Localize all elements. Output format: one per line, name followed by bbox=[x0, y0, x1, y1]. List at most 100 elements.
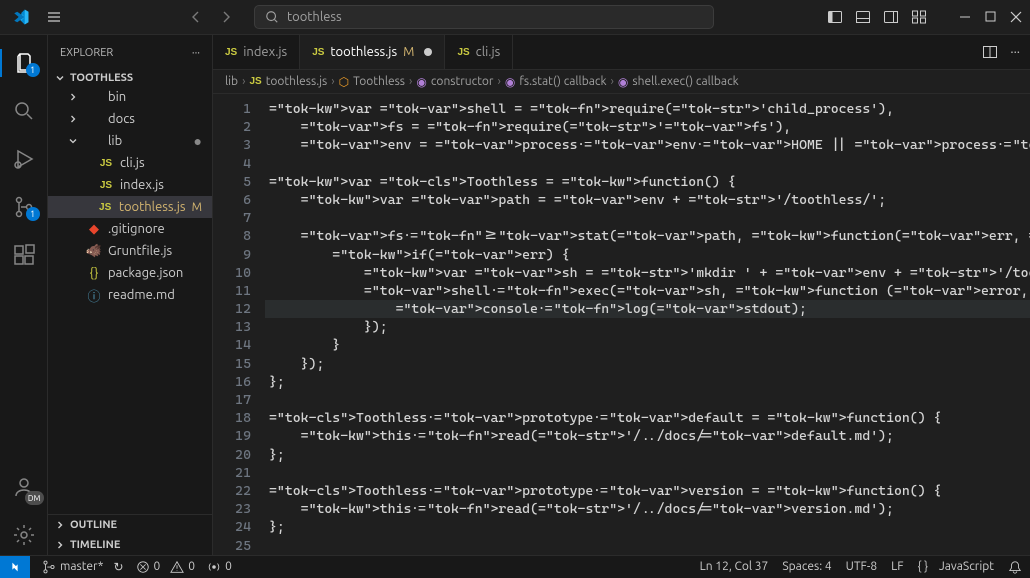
line-number[interactable]: 10 bbox=[213, 264, 251, 282]
line-number[interactable]: 3 bbox=[213, 136, 251, 154]
code-line[interactable] bbox=[265, 155, 1030, 173]
line-number[interactable]: 1 bbox=[213, 100, 251, 118]
sidebar-more-icon[interactable]: ··· bbox=[192, 47, 200, 59]
workspace-root[interactable]: TOOTHLESS bbox=[48, 70, 212, 86]
code-line[interactable]: ="tok-var">fs = ="tok-fn">require(="tok-… bbox=[265, 118, 1030, 136]
code-line[interactable]: ="tok-var">fs.="tok-fn">="tok-var">stat(… bbox=[265, 227, 1030, 245]
line-number[interactable]: 14 bbox=[213, 336, 251, 354]
problems-status[interactable]: 0 0 bbox=[136, 560, 196, 574]
line-number[interactable]: 2 bbox=[213, 118, 251, 136]
code-line[interactable]: ="tok-kw">var ="tok-cls">Toothless = ="t… bbox=[265, 173, 1030, 191]
file-item[interactable]: JSindex.js bbox=[48, 174, 212, 196]
breadcrumb-item[interactable]: ⬡Toothless bbox=[339, 75, 405, 89]
notifications-button[interactable] bbox=[1008, 560, 1022, 574]
nav-forward-button[interactable] bbox=[214, 5, 238, 29]
code-line[interactable] bbox=[265, 391, 1030, 409]
close-button[interactable] bbox=[1010, 11, 1022, 23]
run-debug-view-button[interactable] bbox=[0, 139, 48, 179]
code-line[interactable]: ="tok-var">console.="tok-fn">log(="tok-v… bbox=[265, 300, 1030, 318]
code-line[interactable]: }); bbox=[265, 318, 1030, 336]
file-item[interactable]: ◆.gitignore bbox=[48, 218, 212, 240]
line-number[interactable]: 11 bbox=[213, 282, 251, 300]
code-line[interactable]: }; bbox=[265, 446, 1030, 464]
line-number[interactable]: 9 bbox=[213, 246, 251, 264]
customize-layout-icon[interactable] bbox=[911, 9, 927, 25]
ports-status[interactable]: 0 bbox=[207, 560, 232, 574]
code-line[interactable]: ="tok-var">env = ="tok-var">process.="to… bbox=[265, 136, 1030, 154]
file-item[interactable]: JScli.js bbox=[48, 152, 212, 174]
line-number[interactable]: 15 bbox=[213, 355, 251, 373]
toggle-panel-right-icon[interactable] bbox=[883, 9, 899, 25]
timeline-section[interactable]: TIMELINE bbox=[48, 535, 212, 555]
line-number[interactable]: 7 bbox=[213, 209, 251, 227]
toggle-panel-bottom-icon[interactable] bbox=[855, 9, 871, 25]
folder-item[interactable]: lib● bbox=[48, 130, 212, 152]
line-number[interactable]: 8 bbox=[213, 227, 251, 245]
nav-back-button[interactable] bbox=[184, 5, 208, 29]
encoding-status[interactable]: UTF-8 bbox=[846, 560, 877, 574]
more-actions-icon[interactable]: ··· bbox=[1010, 45, 1020, 59]
code-line[interactable]: ="tok-kw">var ="tok-var">sh = ="tok-str"… bbox=[265, 264, 1030, 282]
line-number[interactable]: 16 bbox=[213, 373, 251, 391]
file-item[interactable]: ⓘreadme.md bbox=[48, 284, 212, 306]
git-branch-status[interactable]: master* ↻ bbox=[42, 560, 124, 574]
breadcrumb-item[interactable]: ◉shell.exec() callback bbox=[618, 75, 739, 89]
line-number[interactable]: 19 bbox=[213, 427, 251, 445]
line-number[interactable]: 25 bbox=[213, 537, 251, 555]
file-item[interactable]: 🐗Gruntfile.js bbox=[48, 240, 212, 262]
line-number[interactable]: 6 bbox=[213, 191, 251, 209]
file-item[interactable]: JStoothless.jsM bbox=[48, 196, 212, 218]
code-line[interactable]: ="tok-cls">Toothless.="tok-var">prototyp… bbox=[265, 409, 1030, 427]
app-menu-button[interactable] bbox=[40, 5, 68, 29]
line-number[interactable]: 5 bbox=[213, 173, 251, 191]
maximize-button[interactable] bbox=[985, 11, 996, 23]
line-number[interactable]: 21 bbox=[213, 464, 251, 482]
code-line[interactable] bbox=[265, 537, 1030, 555]
code-line[interactable]: ="tok-kw">var ="tok-var">path = ="tok-va… bbox=[265, 191, 1030, 209]
code-line[interactable]: }; bbox=[265, 373, 1030, 391]
code-line[interactable]: ="tok-kw">this.="tok-fn">read(="tok-str"… bbox=[265, 427, 1030, 445]
breadcrumbs[interactable]: lib›JStoothless.js›⬡Toothless›◉construct… bbox=[213, 70, 1030, 94]
line-number[interactable]: 18 bbox=[213, 409, 251, 427]
breadcrumb-item[interactable]: lib bbox=[225, 75, 238, 88]
code-content[interactable]: ="tok-kw">var ="tok-var">shell = ="tok-f… bbox=[265, 94, 1030, 555]
eol-status[interactable]: LF bbox=[891, 560, 903, 574]
breadcrumb-item[interactable]: ◉fs.stat() callback bbox=[505, 75, 607, 89]
line-number[interactable]: 20 bbox=[213, 446, 251, 464]
code-line[interactable]: ="tok-kw">if(="tok-var">err) { bbox=[265, 246, 1030, 264]
line-number[interactable]: 4 bbox=[213, 155, 251, 173]
breadcrumb-item[interactable]: JStoothless.js bbox=[249, 75, 327, 88]
code-line[interactable]: ="tok-kw">this.="tok-fn">read(="tok-str"… bbox=[265, 500, 1030, 518]
cursor-position[interactable]: Ln 12, Col 37 bbox=[700, 560, 769, 574]
code-line[interactable]: } bbox=[265, 336, 1030, 354]
extensions-view-button[interactable] bbox=[0, 235, 48, 275]
accounts-button[interactable]: DM bbox=[0, 467, 48, 507]
code-line[interactable]: ="tok-kw">var ="tok-var">shell = ="tok-f… bbox=[265, 100, 1030, 118]
line-number[interactable]: 13 bbox=[213, 318, 251, 336]
remote-indicator[interactable] bbox=[0, 556, 30, 578]
code-line[interactable]: }); bbox=[265, 355, 1030, 373]
code-line[interactable]: ="tok-var">shell.="tok-fn">exec(="tok-va… bbox=[265, 282, 1030, 300]
line-number[interactable]: 17 bbox=[213, 391, 251, 409]
editor-tab[interactable]: JSindex.js bbox=[213, 35, 300, 69]
line-number[interactable]: 23 bbox=[213, 500, 251, 518]
code-line[interactable]: }; bbox=[265, 518, 1030, 536]
code-editor[interactable]: 1234567891011121314151617181920212223242… bbox=[213, 94, 1030, 555]
source-control-view-button[interactable]: 1 bbox=[0, 187, 48, 227]
toggle-panel-left-icon[interactable] bbox=[827, 9, 843, 25]
split-editor-icon[interactable] bbox=[982, 44, 998, 60]
indentation-status[interactable]: Spaces: 4 bbox=[782, 560, 831, 574]
search-view-button[interactable] bbox=[0, 91, 48, 131]
line-number[interactable]: 12 bbox=[213, 300, 251, 318]
editor-tab[interactable]: JStoothless.js M bbox=[300, 35, 445, 69]
code-line[interactable] bbox=[265, 464, 1030, 482]
settings-gear-button[interactable] bbox=[0, 515, 48, 555]
line-number[interactable]: 22 bbox=[213, 482, 251, 500]
code-line[interactable] bbox=[265, 209, 1030, 227]
editor-tab[interactable]: JScli.js bbox=[445, 35, 513, 69]
file-item[interactable]: {}package.json bbox=[48, 262, 212, 284]
minimize-button[interactable] bbox=[959, 11, 971, 23]
explorer-view-button[interactable]: 1 bbox=[0, 43, 48, 83]
breadcrumb-item[interactable]: ◉constructor bbox=[416, 75, 493, 89]
line-number[interactable]: 24 bbox=[213, 518, 251, 536]
